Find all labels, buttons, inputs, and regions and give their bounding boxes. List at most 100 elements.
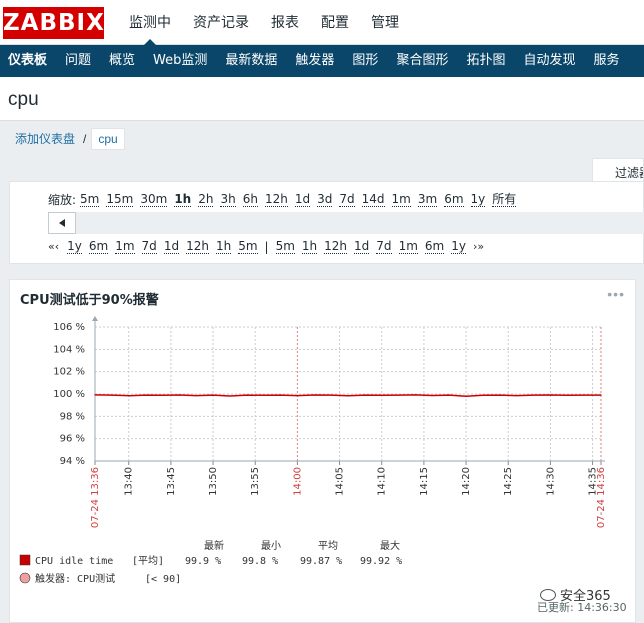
submenu-triggers[interactable]: 触发器	[286, 45, 343, 77]
data-point	[431, 394, 433, 397]
zoom-option-4[interactable]: 2h	[198, 192, 214, 207]
submenu-overview[interactable]: 概览	[100, 45, 144, 77]
zoom-option-9[interactable]: 3d	[317, 192, 333, 207]
data-point	[414, 394, 417, 396]
top-menu-monitoring[interactable]: 监测中	[118, 0, 182, 46]
nav-forward-7[interactable]: 1y	[451, 239, 466, 254]
updated-time: 已更新: 14:36:30	[537, 601, 627, 614]
nav-back-arrow[interactable]: «‹	[48, 240, 59, 253]
top-menu-administration[interactable]: 管理	[360, 0, 410, 45]
nav-back-3[interactable]: 7d	[141, 239, 157, 254]
zoom-row: 缩放: 5m 15m 30m 1h 2h 3h 6h 12h 1d 3d 7d 14d 1m 3m 6m 1y…	[48, 191, 523, 208]
nav-forward-1[interactable]: 1h	[301, 239, 318, 254]
legend-header-max: 最大	[380, 539, 400, 552]
nav-forward-arrow[interactable]: ›»	[473, 240, 484, 253]
zoom-label: 缩放:	[48, 193, 77, 207]
zoom-option-8[interactable]: 1d	[294, 192, 311, 207]
top-menu-reports[interactable]: 报表	[260, 0, 310, 45]
top-menu-configuration[interactable]: 配置	[310, 0, 360, 45]
data-point	[364, 394, 366, 396]
submenu-dashboard[interactable]: 仪表板	[0, 45, 56, 77]
legend-header-min: 最小	[261, 540, 281, 552]
zoom-option-7[interactable]: 12h	[264, 192, 288, 207]
nav-forward-5[interactable]: 1m	[398, 239, 418, 254]
data-point	[330, 394, 332, 396]
x-tick-label: 14:10	[377, 467, 388, 496]
breadcrumb-separator: /	[83, 132, 87, 146]
data-point	[195, 394, 197, 397]
zoom-option-2[interactable]: 30m	[140, 192, 168, 207]
data-point	[398, 394, 400, 396]
submenu-web[interactable]: Web监测	[144, 45, 216, 77]
data-point	[111, 394, 113, 396]
nav-forward-2[interactable]: 12h	[324, 239, 348, 254]
data-point	[313, 394, 315, 396]
nav-forward-4[interactable]: 7d	[376, 239, 392, 254]
zoom-option-14[interactable]: 6m	[444, 192, 464, 207]
data-point	[600, 394, 602, 396]
zabbix-logo[interactable]: ZABBIX	[3, 7, 104, 39]
x-tick-label: 14:05	[335, 467, 346, 496]
submenu-services[interactable]: 服务	[584, 45, 628, 77]
data-point	[178, 394, 180, 396]
zoom-option-5[interactable]: 3h	[220, 192, 236, 207]
nav-back-7[interactable]: 5m	[238, 239, 258, 254]
nav-back-6[interactable]: 1h	[215, 239, 232, 254]
submenu-problems[interactable]: 问题	[56, 45, 100, 77]
data-point	[499, 394, 501, 396]
legend-color-swatch	[19, 554, 31, 566]
zoom-option-0[interactable]: 5m	[80, 192, 100, 207]
data-point	[482, 394, 484, 396]
submenu-discovery[interactable]: 自动发现	[514, 45, 584, 77]
filter-tab[interactable]: 过滤器	[592, 158, 644, 182]
y-axis-arrow	[92, 316, 98, 321]
top-menu-inventory[interactable]: 资产记录	[182, 0, 260, 45]
zoom-option-16[interactable]: 所有	[492, 192, 517, 207]
legend-header-last: 最新	[204, 539, 224, 552]
graph-chart: 106 % 104 % 102 % 100 % 98 % 96 % 94 % 07-24 13…	[19, 316, 607, 585]
nav-back-1[interactable]: 6m	[88, 239, 109, 254]
data-point	[279, 394, 282, 396]
nav-back-4[interactable]: 1d	[163, 239, 180, 254]
submenu-maps[interactable]: 拓扑图	[457, 45, 514, 77]
data-point	[145, 394, 147, 396]
slider-left-button[interactable]	[48, 212, 76, 234]
y-tick-label: 94 %	[60, 456, 85, 467]
data-point	[583, 394, 585, 396]
zoom-option-6[interactable]: 6h	[242, 192, 258, 207]
nav-back-5[interactable]: 12h	[186, 239, 209, 254]
more-dots-icon[interactable]: •••	[607, 286, 625, 302]
top-header: ZABBIX 监测中 资产记录 报表 配置 管理	[0, 0, 644, 46]
nav-back-2[interactable]: 1m	[115, 239, 135, 254]
data-point	[465, 395, 467, 397]
nav-forward-6[interactable]: 6m	[424, 239, 445, 254]
y-tick-label: 100 %	[53, 389, 85, 400]
data-point	[566, 394, 568, 396]
zoom-option-12[interactable]: 1m	[391, 192, 411, 207]
zoom-option-13[interactable]: 3m	[417, 192, 438, 207]
submenu-latest-data[interactable]: 最新数据	[216, 45, 286, 77]
x-tick-label: 14:30	[545, 467, 556, 496]
zoom-option-3[interactable]: 1h	[174, 192, 192, 207]
submenu-screens[interactable]: 聚合图形	[387, 45, 457, 77]
data-point	[246, 394, 248, 396]
zoom-option-10[interactable]: 7d	[339, 192, 355, 207]
breadcrumb-dashboard-link[interactable]: 添加仪表盘	[9, 128, 81, 150]
zoom-option-11[interactable]: 14d	[361, 192, 385, 207]
nav-back-0[interactable]: 1y	[67, 239, 82, 254]
nav-forward-3[interactable]: 1d	[354, 239, 370, 254]
top-menu: 监测中 资产记录 报表 配置 管理	[118, 0, 410, 46]
zoom-option-1[interactable]: 15m	[106, 192, 134, 207]
x-tick-label: 13:45	[166, 467, 177, 496]
graph-widget: 106 % 104 % 102 % 100 % 98 % 96 % 94 % 07-24 13…	[9, 279, 636, 623]
data-point	[212, 394, 214, 396]
time-slider[interactable]	[48, 212, 644, 234]
title-area: cpu	[0, 77, 644, 121]
nav-forward-0[interactable]: 5m	[275, 239, 295, 254]
breadcrumb-current[interactable]: cpu	[91, 128, 125, 150]
submenu-graphs[interactable]: 图形	[343, 45, 387, 77]
legend-max-value: 99.92 %	[360, 556, 402, 567]
zoom-option-15[interactable]: 1y	[470, 192, 486, 207]
data-point	[128, 395, 130, 397]
data-point	[296, 394, 298, 397]
